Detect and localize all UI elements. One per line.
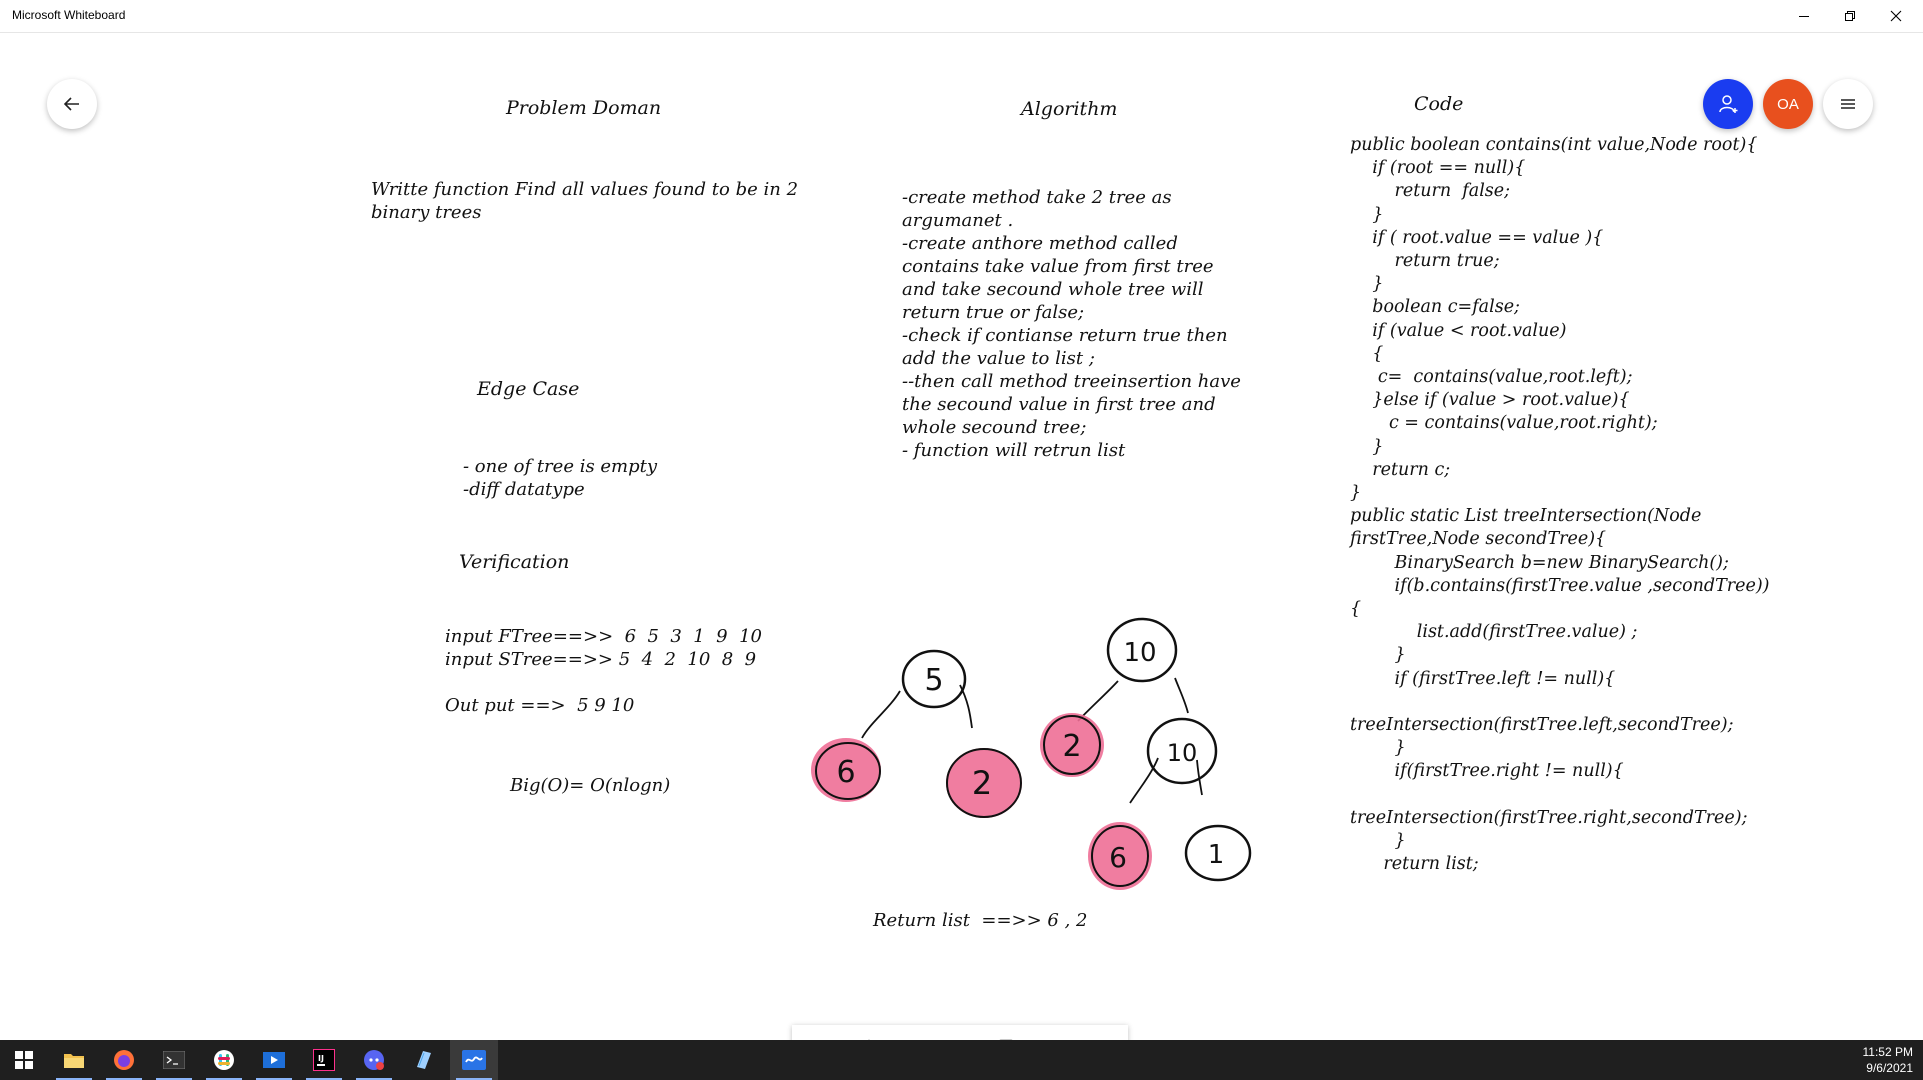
problem-domain-text: Writte function Find all values found to… [371, 179, 799, 223]
minimize-icon [1799, 16, 1809, 17]
taskbar-media-player[interactable] [250, 1040, 298, 1080]
tree1-root-label: 5 [924, 663, 943, 698]
media-player-icon [263, 1052, 285, 1068]
terminal-icon [163, 1051, 185, 1069]
taskbar: IJ 11:52 PM 9/6/2021 [0, 1040, 1923, 1080]
user-avatar[interactable]: OA [1763, 79, 1813, 129]
restore-icon [1845, 11, 1855, 21]
problem-domain-heading: Problem Doman [506, 97, 662, 119]
window-title: Microsoft Whiteboard [12, 8, 126, 22]
tree2-right-right-node: 1 [1184, 824, 1252, 882]
whiteboard-canvas[interactable]: OA Problem Doman Writte function Find al… [0, 33, 1923, 1071]
tree1-right-label: 2 [972, 764, 992, 802]
tree2-right-label: 10 [1167, 739, 1198, 767]
intellij-icon: IJ [313, 1049, 335, 1071]
big-o-text: Big(O)= O(nlogn) [510, 775, 671, 796]
whiteboard-icon [462, 1050, 486, 1070]
back-button[interactable] [47, 79, 97, 129]
algorithm-heading: Algorithm [1021, 98, 1118, 120]
discord-icon [364, 1050, 384, 1070]
windows-icon [15, 1051, 33, 1069]
close-icon [1890, 10, 1902, 22]
taskbar-clock[interactable]: 11:52 PM 9/6/2021 [1863, 1044, 1913, 1076]
taskbar-firefox[interactable] [100, 1040, 148, 1080]
close-button[interactable] [1873, 0, 1919, 32]
taskbar-terminal[interactable] [150, 1040, 198, 1080]
hamburger-icon [1841, 99, 1855, 109]
tree2-right-left-label: 6 [1109, 841, 1127, 874]
edge-case-text: - one of tree is empty -diff datatype [463, 456, 658, 500]
algorithm-text: -create method take 2 tree as argumanet … [902, 187, 1241, 461]
restore-button[interactable] [1827, 0, 1873, 32]
edge-case-heading: Edge Case [477, 378, 580, 400]
tree2-right-node: 10 [1146, 717, 1218, 785]
svg-text:IJ: IJ [318, 1054, 324, 1063]
tree2-right-right-label: 1 [1208, 840, 1225, 870]
tree2-root-label: 10 [1123, 638, 1156, 668]
verification-text: input FTree==>> 6 5 3 1 9 10 input STree… [445, 626, 762, 716]
clock-date: 9/6/2021 [1866, 1061, 1913, 1075]
firefox-icon [114, 1050, 134, 1070]
taskbar-notes[interactable] [400, 1040, 448, 1080]
minimize-button[interactable] [1781, 0, 1827, 32]
tree1-left-node: 6 [811, 738, 881, 802]
menu-button[interactable] [1823, 79, 1873, 129]
taskbar-intellij[interactable]: IJ [300, 1040, 348, 1080]
tree-drawing: 5 6 2 10 2 10 6 1 [811, 617, 1252, 890]
title-bar: Microsoft Whiteboard [0, 0, 1923, 33]
return-list-text: Return list ==>> 6 , 2 [873, 910, 1088, 931]
invite-button[interactable] [1703, 79, 1753, 129]
tree2-left-node: 2 [1040, 713, 1104, 777]
add-person-icon [1719, 95, 1738, 113]
tree1-left-label: 6 [836, 755, 855, 790]
taskbar-whiteboard[interactable] [450, 1040, 498, 1080]
taskbar-slack[interactable] [200, 1040, 248, 1080]
tree1-right-node: 2 [946, 748, 1022, 818]
tree1-root-node: 5 [901, 649, 967, 709]
start-button[interactable] [0, 1040, 48, 1080]
verification-heading: Verification [459, 551, 570, 573]
code-text: public boolean contains(int value,Node r… [1350, 135, 1770, 875]
notes-icon [417, 1051, 431, 1069]
tree2-root-node: 10 [1106, 617, 1178, 683]
tree2-right-left-node: 6 [1088, 822, 1152, 890]
slack-icon [214, 1050, 234, 1070]
taskbar-discord[interactable] [350, 1040, 398, 1080]
code-heading: Code [1414, 93, 1464, 115]
taskbar-file-explorer[interactable] [50, 1040, 98, 1080]
clock-time: 11:52 PM [1862, 1045, 1913, 1059]
arrow-left-icon [63, 97, 79, 111]
tree2-left-label: 2 [1062, 729, 1081, 764]
folder-icon [64, 1054, 84, 1068]
